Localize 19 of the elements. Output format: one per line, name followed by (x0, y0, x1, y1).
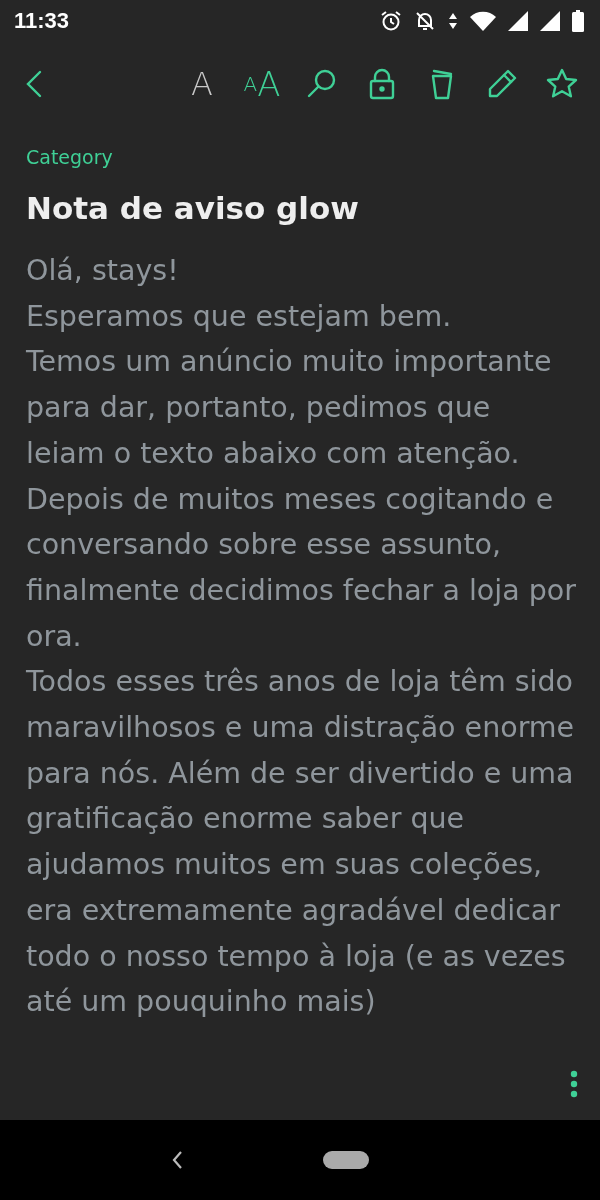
signal-icon (540, 11, 560, 31)
text-size-button[interactable]: AA (238, 60, 286, 108)
home-button[interactable] (323, 1151, 369, 1169)
more-options-icon[interactable] (570, 1070, 578, 1098)
status-time: 11:33 (14, 8, 70, 34)
nav-back-button[interactable] (171, 1150, 183, 1170)
note-paragraph: Olá, stays! (26, 253, 180, 289)
note-paragraph: Esperamos que estejam bem. (26, 298, 453, 335)
note-paragraph: Temos um anúncio muito importante para dar, portanto, pedimos que leiam o texto abaixo com atenção. (26, 344, 553, 472)
wifi-icon (470, 11, 496, 31)
note-category[interactable]: Category (26, 146, 576, 168)
note-title: Nota de aviso glow (26, 190, 360, 226)
font-button[interactable]: A (178, 60, 226, 108)
alarm-icon (380, 10, 402, 32)
note-paragraph: Depois de muitos meses cogitando e conversando sobre esse assunto, finalmente decidimos fechar a loja por ora. (26, 481, 576, 655)
battery-icon (572, 10, 584, 32)
note-paragraph: Todos esses três anos de loja têm sido maravilhosos e uma distração enorme para nós. Além de ser divertido e uma gratificação enorme saber que ajudamos muitos em suas coleções, era extremamente agradável dedicar todo o nosso tempo à loja (e as vezes até um pouquinho mais) (26, 664, 576, 1021)
signal-icon (508, 11, 528, 31)
muted-bell-icon (414, 10, 436, 32)
